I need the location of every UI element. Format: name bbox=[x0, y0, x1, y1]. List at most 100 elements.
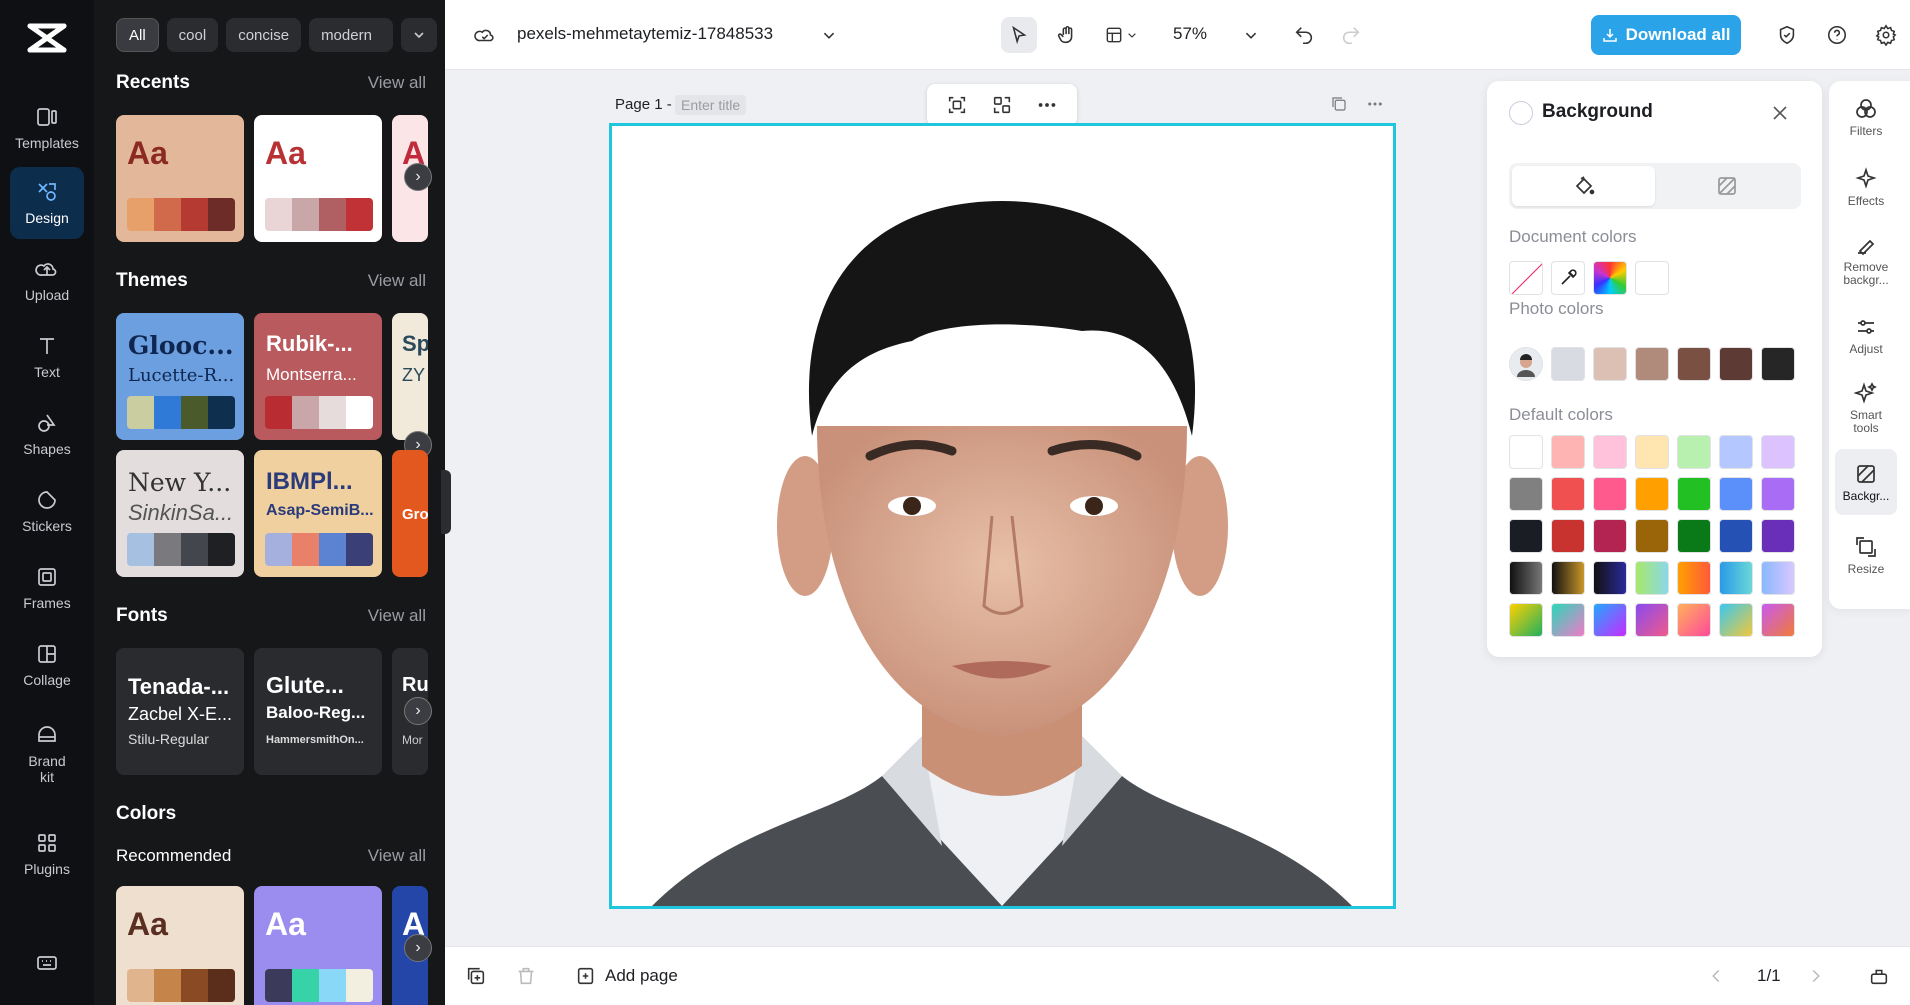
default-color-swatch[interactable] bbox=[1593, 435, 1627, 469]
recent-palette-card[interactable]: Aa bbox=[254, 115, 382, 242]
photo-color-swatch[interactable] bbox=[1593, 347, 1627, 381]
theme-card[interactable]: Rubik-... Montserra... bbox=[254, 313, 382, 440]
font-pair-card[interactable]: Tenada-... Zacbel X-E... Stilu-Regular bbox=[116, 648, 244, 775]
nav-frames[interactable]: Frames bbox=[10, 552, 84, 624]
nav-upload[interactable]: Upload bbox=[10, 244, 84, 316]
security-button[interactable] bbox=[1769, 17, 1805, 53]
chip-concise[interactable]: concise bbox=[226, 18, 302, 52]
undo-button[interactable] bbox=[1286, 17, 1322, 53]
gradient-swatch[interactable] bbox=[1719, 603, 1753, 637]
page-title-input[interactable]: Enter title bbox=[675, 95, 747, 115]
recents-next-button[interactable]: › bbox=[404, 163, 432, 191]
duplicate-button[interactable] bbox=[465, 965, 487, 987]
replace-icon[interactable] bbox=[991, 94, 1013, 116]
default-color-swatch[interactable] bbox=[1551, 477, 1585, 511]
doc-color-white[interactable] bbox=[1635, 261, 1669, 295]
keyboard-shortcuts-button[interactable] bbox=[10, 948, 84, 978]
chips-more-button[interactable] bbox=[401, 18, 438, 52]
default-color-swatch[interactable] bbox=[1551, 435, 1585, 469]
chip-modern[interactable]: modern bbox=[309, 18, 394, 52]
gradient-swatch[interactable] bbox=[1677, 603, 1711, 637]
colors-view-all[interactable]: View all bbox=[368, 846, 426, 866]
nav-plugins[interactable]: Plugins bbox=[10, 818, 84, 890]
eyedropper-button[interactable] bbox=[1551, 261, 1585, 295]
zoom-menu-chevron[interactable] bbox=[1233, 17, 1269, 53]
color-picker-swatch[interactable] bbox=[1593, 261, 1627, 295]
theme-card[interactable]: Gro bbox=[392, 450, 428, 577]
nav-stickers[interactable]: Stickers bbox=[10, 475, 84, 547]
photo-color-swatch[interactable] bbox=[1761, 347, 1795, 381]
default-color-swatch[interactable] bbox=[1635, 477, 1669, 511]
close-button[interactable] bbox=[1766, 99, 1794, 127]
select-tool-button[interactable] bbox=[1001, 17, 1037, 53]
collapse-pages-button[interactable] bbox=[1868, 965, 1890, 987]
theme-card[interactable]: Glooc... Lucette-R... bbox=[116, 313, 244, 440]
rail-effects[interactable]: Effects bbox=[1835, 155, 1897, 219]
settings-button[interactable] bbox=[1868, 17, 1904, 53]
gradient-swatch[interactable] bbox=[1593, 603, 1627, 637]
canvas-page[interactable] bbox=[609, 123, 1396, 909]
delete-button[interactable] bbox=[515, 965, 537, 987]
redo-button[interactable] bbox=[1333, 17, 1369, 53]
theme-card[interactable]: New Y... SinkinSa... bbox=[116, 450, 244, 577]
photo-color-swatch[interactable] bbox=[1719, 347, 1753, 381]
photo-color-swatch[interactable] bbox=[1551, 347, 1585, 381]
gradient-swatch[interactable] bbox=[1551, 603, 1585, 637]
default-color-swatch[interactable] bbox=[1719, 477, 1753, 511]
gradient-swatch[interactable] bbox=[1593, 561, 1627, 595]
theme-card[interactable]: IBMPl... Asap-SemiB... bbox=[254, 450, 382, 577]
default-color-swatch[interactable] bbox=[1593, 477, 1627, 511]
gradient-swatch[interactable] bbox=[1635, 561, 1669, 595]
nav-shapes[interactable]: Shapes bbox=[10, 398, 84, 470]
prev-page-button[interactable] bbox=[1705, 965, 1727, 987]
default-color-swatch[interactable] bbox=[1719, 435, 1753, 469]
photo-color-swatch[interactable] bbox=[1635, 347, 1669, 381]
select-area-icon[interactable] bbox=[946, 94, 968, 116]
nav-templates[interactable]: Templates bbox=[10, 92, 84, 164]
default-color-swatch[interactable] bbox=[1677, 435, 1711, 469]
default-color-swatch[interactable] bbox=[1509, 477, 1543, 511]
default-color-swatch[interactable] bbox=[1677, 477, 1711, 511]
default-color-swatch[interactable] bbox=[1551, 519, 1585, 553]
layout-menu-button[interactable] bbox=[1096, 17, 1148, 53]
file-name[interactable]: pexels-mehmetaytemiz-17848533 bbox=[517, 24, 773, 44]
duplicate-page-icon[interactable] bbox=[1330, 95, 1348, 113]
gradient-swatch[interactable] bbox=[1677, 561, 1711, 595]
chip-cool[interactable]: cool bbox=[166, 18, 219, 52]
rail-adjust[interactable]: Adjust bbox=[1835, 303, 1897, 367]
default-color-swatch[interactable] bbox=[1593, 519, 1627, 553]
rail-filters[interactable]: Filters bbox=[1835, 85, 1897, 149]
file-menu-chevron[interactable] bbox=[811, 17, 847, 53]
gradient-swatch[interactable] bbox=[1509, 561, 1543, 595]
rail-smart-tools[interactable]: Smart tools bbox=[1835, 373, 1897, 443]
more-icon[interactable] bbox=[1036, 94, 1058, 116]
nav-collage[interactable]: Collage bbox=[10, 629, 84, 701]
default-color-swatch[interactable] bbox=[1635, 519, 1669, 553]
portrait-photo[interactable] bbox=[612, 126, 1393, 906]
theme-card[interactable]: Sp ZY bbox=[392, 313, 428, 440]
cloud-sync-button[interactable] bbox=[467, 17, 503, 53]
default-color-swatch[interactable] bbox=[1677, 519, 1711, 553]
fonts-view-all[interactable]: View all bbox=[368, 606, 426, 626]
download-all-button[interactable]: Download all bbox=[1591, 15, 1741, 55]
help-button[interactable] bbox=[1819, 17, 1855, 53]
default-color-swatch[interactable] bbox=[1719, 519, 1753, 553]
hand-tool-button[interactable] bbox=[1049, 17, 1085, 53]
gradient-swatch[interactable] bbox=[1719, 561, 1753, 595]
rail-background[interactable]: Backgr... bbox=[1835, 449, 1897, 515]
photo-thumbnail[interactable] bbox=[1509, 347, 1543, 381]
gradient-swatch[interactable] bbox=[1509, 603, 1543, 637]
nav-text[interactable]: Text bbox=[10, 321, 84, 393]
themes-view-all[interactable]: View all bbox=[368, 271, 426, 291]
add-page-button[interactable]: Add page bbox=[575, 965, 678, 987]
default-color-swatch[interactable] bbox=[1761, 519, 1795, 553]
color-palette-card[interactable]: Aa bbox=[116, 886, 244, 1005]
default-color-swatch[interactable] bbox=[1761, 477, 1795, 511]
panel-collapse-handle[interactable] bbox=[441, 470, 451, 534]
chip-all[interactable]: All bbox=[116, 18, 159, 52]
tab-color-fill[interactable] bbox=[1512, 166, 1655, 206]
rail-remove-background[interactable]: Remove backgr... bbox=[1835, 225, 1897, 295]
tab-image-fill[interactable] bbox=[1655, 166, 1798, 206]
no-color-swatch[interactable] bbox=[1509, 261, 1543, 295]
gradient-swatch[interactable] bbox=[1635, 603, 1669, 637]
